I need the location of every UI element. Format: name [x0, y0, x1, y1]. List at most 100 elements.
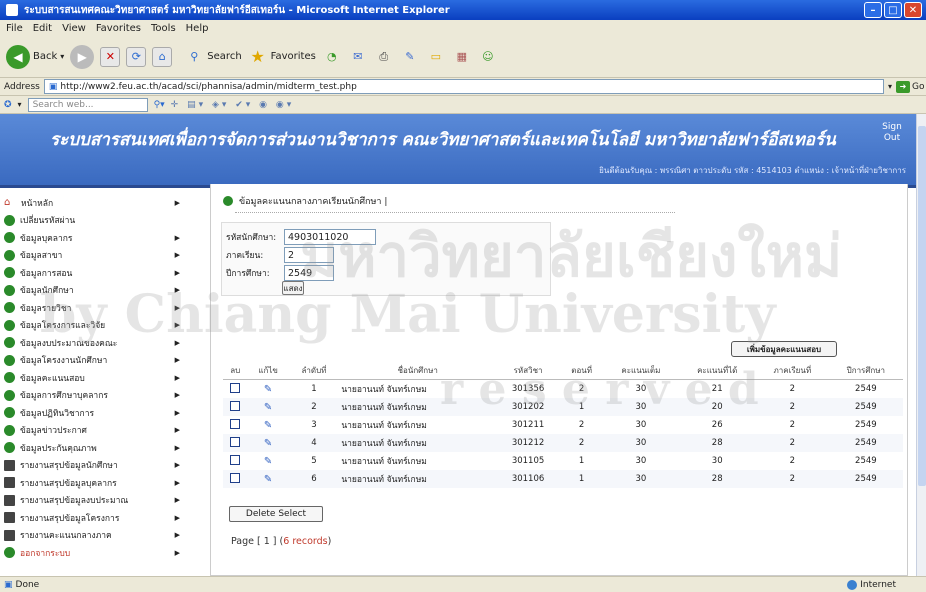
scroll-thumb[interactable] — [918, 126, 926, 486]
edit-icon[interactable]: ✎ — [264, 384, 272, 395]
book-icon — [4, 494, 15, 506]
sidebar-item[interactable]: ข้อมูลประกันคุณภาพ ▶ — [0, 439, 188, 457]
delete-checkbox[interactable] — [230, 436, 241, 447]
home-icon[interactable]: ⌂ — [152, 46, 173, 67]
show-button[interactable]: แสดง — [282, 281, 304, 295]
sidebar-item-label: ข้อมูลข่าวประกาศ — [20, 426, 87, 437]
table-cell: 28 — [678, 434, 756, 452]
edit-icon[interactable]: ✎ — [264, 456, 272, 467]
table-cell: 2549 — [828, 470, 903, 488]
minimize-button[interactable]: – — [864, 2, 882, 18]
address-input[interactable]: ▣ http://www2.feu.ac.th/acad/sci/phannis… — [43, 79, 884, 94]
sidebar-item[interactable]: ออกจากระบบ ▶ — [0, 544, 188, 562]
close-button[interactable]: ✕ — [904, 2, 922, 18]
window-title: ระบบสารสนเทศคณะวิทยาศาสตร์ มหาวิทยาลัยฟา… — [24, 4, 450, 16]
delete-checkbox[interactable] — [230, 400, 241, 411]
add-score-button[interactable]: เพิ่มข้อมูลคะแนนสอบ — [731, 341, 837, 357]
sidebar-item[interactable]: ข้อมูลโครงการและวิจัย ▶ — [0, 317, 188, 335]
delete-checkbox[interactable] — [230, 472, 241, 483]
vertical-scrollbar[interactable] — [916, 114, 926, 576]
search-icon: ⚲ — [190, 50, 199, 63]
table-cell: นายอานนท์ จันทร์เกษม — [341, 421, 427, 431]
home-icon: ⌂ — [4, 197, 11, 209]
edit-icon[interactable]: ✎ — [264, 474, 272, 485]
messenger-icon[interactable]: ☺ — [478, 47, 498, 67]
sidebar-item[interactable]: ข้อมูลบุคลากร ▶ — [0, 229, 188, 247]
toolbar-dropdown-icon[interactable]: ▾ — [18, 100, 22, 109]
column-header: ปีการศึกษา — [828, 362, 903, 380]
sidebar-item[interactable]: ข้อมูลนักศึกษา ▶ — [0, 282, 188, 300]
maximize-button[interactable]: □ — [884, 2, 902, 18]
column-header: ลำดับที่ — [288, 362, 340, 380]
table-cell: 6 — [288, 470, 340, 488]
edit-icon[interactable]: ✎ — [264, 402, 272, 413]
sidebar-item[interactable]: ⌂ หน้าหลัก ▶ — [0, 194, 188, 212]
sidebar-item[interactable]: ข้อมูลการศึกษาบุคลากร ▶ — [0, 387, 188, 405]
table-cell: 2549 — [855, 384, 877, 394]
edit-icon[interactable]: ✎ — [264, 438, 272, 449]
sidebar-item[interactable]: รายงานสรุปข้อมูลนักศึกษา ▶ — [0, 457, 188, 475]
green-circle-icon — [4, 319, 15, 331]
sidebar-item[interactable]: ข้อมูลข่าวประกาศ ▶ — [0, 422, 188, 440]
submenu-arrow-icon: ▶ — [174, 461, 180, 470]
student-id-input[interactable]: 4903011020 — [284, 229, 376, 245]
sidebar-item[interactable]: รายงานสรุปข้อมูลบุคลากร ▶ — [0, 474, 188, 492]
menu-favorites[interactable]: Favorites — [96, 23, 141, 34]
menu-help[interactable]: Help — [186, 23, 209, 34]
favorites-button[interactable]: ★ Favorites — [248, 47, 315, 67]
sign-out-button[interactable]: Sign Out — [876, 122, 908, 152]
sidebar-item[interactable]: ข้อมูลโครงงานนักศึกษา ▶ — [0, 352, 188, 370]
student-id-row: รหัสนักศึกษา: 4903011020 — [226, 229, 376, 245]
menu-edit[interactable]: Edit — [33, 23, 52, 34]
menu-view[interactable]: View — [62, 23, 86, 34]
forward-button[interactable]: ▶ — [70, 44, 95, 69]
go-button[interactable]: ➜ Go — [896, 80, 926, 93]
stop-icon[interactable]: ✕ — [100, 46, 121, 67]
sidebar-item[interactable]: เปลี่ยนรหัสผ่าน — [0, 212, 188, 230]
sidebar-item[interactable]: ข้อมูลสาขา ▶ — [0, 247, 188, 265]
sidebar-menu: ⌂ หน้าหลัก ▶ เปลี่ยนรหัสผ่าน ข้อมูลบุคลากร ▶ ข… — [0, 194, 188, 562]
research-icon[interactable]: ▦ — [452, 47, 472, 67]
toolbar-extra-icons[interactable]: ✛ ▤▾ ◈▾ ✔▾ ◉ ◉▾ — [171, 100, 295, 110]
year-input[interactable]: 2549 — [284, 265, 334, 281]
term-input[interactable]: 2 — [284, 247, 334, 263]
delete-checkbox[interactable] — [230, 382, 241, 393]
sidebar-item[interactable]: รายงานคะแนนกลางภาค ▶ — [0, 527, 188, 545]
history-icon[interactable]: ◔ — [322, 47, 342, 67]
menu-tools[interactable]: Tools — [151, 23, 176, 34]
table-cell: 30 — [603, 434, 679, 452]
delete-checkbox[interactable] — [230, 418, 241, 429]
folder-icon[interactable]: ▭ — [426, 47, 446, 67]
table-cell: 28 — [678, 470, 756, 488]
print-icon[interactable]: ⎙ — [374, 47, 394, 67]
green-circle-icon — [4, 424, 15, 436]
window-controls: – □ ✕ — [864, 2, 922, 18]
record-count: 6 records — [283, 536, 328, 547]
sidebar-item[interactable]: ข้อมูลปฏิทินวิชาการ ▶ — [0, 404, 188, 422]
table-cell: 2 — [755, 398, 829, 416]
search-web-input[interactable]: Search web... — [27, 97, 148, 112]
search-web-go-icon[interactable]: ⚲▾ — [154, 100, 165, 110]
section-header: ข้อมูลคะแนนกลางภาคเรียนนักศึกษา | — [223, 194, 387, 208]
sidebar-item[interactable]: รายงานสรุปข้อมูลงบประมาณ ▶ — [0, 492, 188, 510]
mail-icon[interactable]: ✉ — [348, 47, 368, 67]
refresh-icon[interactable]: ⟳ — [126, 46, 147, 67]
table-cell: 20 — [678, 398, 756, 416]
sidebar-item[interactable]: ข้อมูลงบประมาณของคณะ ▶ — [0, 334, 188, 352]
table-cell: 21 — [711, 384, 723, 394]
submenu-arrow-icon: ▶ — [174, 478, 180, 487]
edit-icon[interactable]: ✎ — [264, 420, 272, 431]
address-dropdown-icon[interactable]: ▾ — [888, 82, 892, 91]
edit-icon[interactable]: ✎ — [400, 47, 420, 67]
sidebar-item[interactable]: รายงานสรุปข้อมูลโครงการ ▶ — [0, 509, 188, 527]
table-cell: 2549 — [855, 420, 877, 430]
back-button[interactable]: ◀ Back ▾ — [6, 44, 64, 69]
address-label: Address — [4, 81, 40, 92]
sidebar-item[interactable]: ข้อมูลการสอน ▶ — [0, 264, 188, 282]
sidebar-item[interactable]: ข้อมูลคะแนนสอบ ▶ — [0, 369, 188, 387]
menu-file[interactable]: File — [6, 23, 23, 34]
delete-checkbox[interactable] — [230, 454, 241, 465]
delete-selected-button[interactable]: Delete Select — [229, 506, 323, 522]
sidebar-item[interactable]: ข้อมูลรายวิชา ▶ — [0, 299, 188, 317]
search-button[interactable]: ⚲ Search — [184, 47, 241, 67]
